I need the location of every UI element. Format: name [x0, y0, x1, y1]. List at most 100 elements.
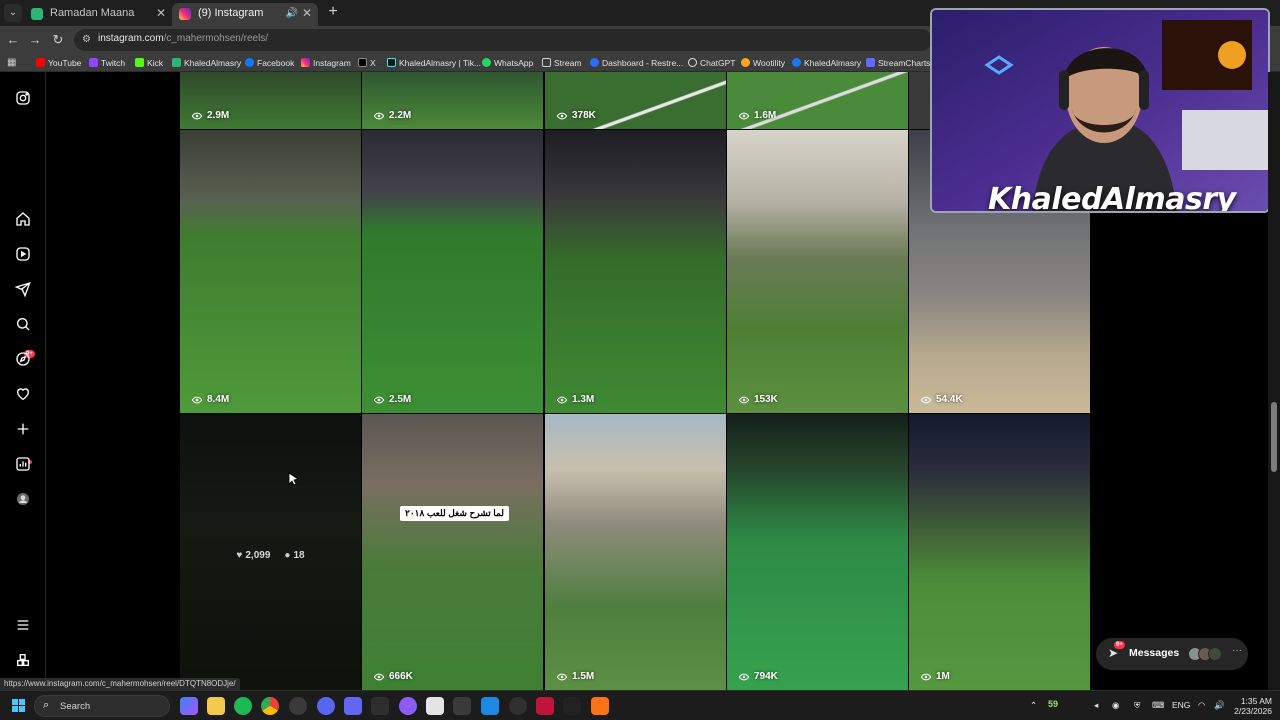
reel-tile[interactable]: 153K — [727, 130, 908, 413]
comments-stat: ● 18 — [284, 550, 305, 561]
search-icon: ⌕ — [43, 699, 50, 711]
bookmark-stream-folder[interactable]: Stream — [542, 56, 581, 70]
bookmark-chatgpt[interactable]: ChatGPT — [688, 56, 735, 70]
chrome-icon[interactable] — [261, 697, 279, 715]
heart-icon[interactable] — [13, 384, 33, 404]
also-from-meta-icon[interactable] — [13, 650, 33, 670]
spotify-icon[interactable] — [234, 697, 252, 715]
address-bar[interactable]: ⚙ instagram.com/c_mahermohsen/reels/ — [74, 29, 932, 51]
new-tab-plus-icon[interactable]: + — [324, 3, 342, 21]
red-app-icon[interactable] — [536, 697, 554, 715]
bookmark-facebook[interactable]: Facebook — [245, 56, 294, 70]
reload-icon[interactable]: ↻ — [49, 31, 67, 49]
url-text: instagram.com/c_mahermohsen/reels/ — [98, 33, 269, 44]
profile-avatar[interactable] — [13, 489, 33, 509]
grid-app-icon[interactable] — [344, 697, 362, 715]
discord-tray-icon[interactable]: ◉ — [1112, 700, 1119, 711]
tab-ramadan-maana[interactable]: Ramadan Maana ✕ — [24, 3, 172, 26]
bookmark-streamcharts[interactable]: StreamCharts — [866, 56, 930, 70]
store-icon[interactable] — [426, 697, 444, 715]
menu-hamburger-icon[interactable] — [13, 615, 33, 635]
bookmark-instagram[interactable]: Instagram — [301, 56, 351, 70]
dashboard-chart-icon[interactable] — [13, 454, 33, 474]
clock[interactable]: 1:35 AM 2/23/2026 — [1228, 696, 1272, 716]
reel-tile[interactable]: 2.5M — [362, 130, 543, 413]
page-scrollbar[interactable] — [1268, 72, 1280, 690]
wootility-icon — [741, 58, 750, 67]
bookmark-khaledalmasry[interactable]: KhaledAlmasry — [172, 56, 241, 70]
close-tab-icon[interactable]: ✕ — [302, 3, 312, 24]
purple-app-icon[interactable] — [399, 697, 417, 715]
tab-search-chevron-icon[interactable]: ⌄ — [4, 4, 22, 22]
search-icon[interactable] — [13, 314, 33, 334]
site-info-icon[interactable]: ⚙ — [82, 33, 96, 47]
instagram-favicon-icon — [179, 8, 191, 20]
messages-button[interactable]: ➤ 9+ Messages ··· — [1096, 638, 1248, 670]
copilot-icon[interactable] — [180, 697, 198, 715]
bookmark-twitch[interactable]: Twitch — [89, 56, 125, 70]
tray-icon[interactable]: ◂ — [1094, 700, 1098, 711]
file-explorer-icon[interactable] — [207, 697, 225, 715]
speaker-icon[interactable]: 🔊 — [286, 3, 298, 24]
apps-grid-icon[interactable]: ▦ — [7, 57, 19, 69]
webcam-overlay: KhaledAlmasry — [930, 8, 1270, 213]
obs-icon[interactable] — [563, 697, 581, 715]
discord-icon[interactable] — [317, 697, 335, 715]
bookmark-restream[interactable]: Dashboard - Restre... — [590, 56, 683, 70]
eye-icon — [374, 112, 384, 119]
tray-chevron-icon[interactable]: ⌃ — [1030, 700, 1037, 711]
bookmark-whatsapp[interactable]: WhatsApp — [482, 56, 533, 70]
taskbar-search[interactable]: ⌕ Search — [34, 695, 170, 717]
forward-arrow-icon[interactable]: → — [26, 31, 44, 49]
circle-app-icon[interactable] — [509, 697, 527, 715]
reel-tile[interactable]: 1.5M — [545, 414, 726, 690]
reel-tile[interactable]: 1.3M — [545, 130, 726, 413]
reel-tile-hovered[interactable]: ♥ 2,099 ● 18 — [180, 414, 361, 690]
eye-icon — [374, 673, 384, 680]
keyboard-tray-icon[interactable]: ⌨ — [1152, 700, 1164, 711]
language-indicator[interactable]: ENG — [1172, 700, 1190, 710]
streamcharts-icon — [866, 58, 875, 67]
message-avatars — [1188, 647, 1226, 661]
home-icon[interactable] — [13, 209, 33, 229]
messenger-icon[interactable] — [13, 279, 33, 299]
date: 2/23/2026 — [1234, 706, 1272, 716]
keyboard-app-icon[interactable] — [371, 697, 389, 715]
orange-app-icon[interactable] — [591, 697, 609, 715]
windows-start-icon[interactable] — [12, 699, 26, 713]
explore-compass-icon[interactable] — [13, 349, 33, 369]
reel-tile[interactable]: 1.6M — [727, 72, 908, 129]
reel-tile[interactable]: 2.9M — [180, 72, 361, 129]
app-icon[interactable] — [289, 697, 307, 715]
tiktok-icon — [387, 58, 396, 67]
reel-tile[interactable]: 8.4M — [180, 130, 361, 413]
eye-icon — [557, 396, 567, 403]
back-arrow-icon[interactable]: ← — [4, 31, 22, 49]
reel-tile[interactable]: 1M — [909, 414, 1090, 690]
reels-icon[interactable] — [13, 244, 33, 264]
bookmark-tiktok[interactable]: KhaledAlmasry | Tik... — [387, 56, 481, 70]
eye-icon — [739, 673, 749, 680]
reel-tile[interactable]: لما تشرح شغل للعب ٢٠١٨ 666K — [362, 414, 543, 690]
reel-tile[interactable]: 2.2M — [362, 72, 543, 129]
bookmark-youtube[interactable]: YouTube — [36, 56, 81, 70]
bookmark-khaledalmasry-2[interactable]: KhaledAlmasry — [792, 56, 861, 70]
tab-instagram[interactable]: (9) Instagram 🔊 ✕ — [172, 3, 318, 26]
reel-tile[interactable]: 378K — [545, 72, 726, 129]
controller-icon[interactable] — [453, 697, 471, 715]
bookmark-x[interactable]: X — [358, 56, 376, 70]
close-tab-icon[interactable]: ✕ — [156, 3, 166, 24]
volume-icon[interactable]: 🔊 — [1214, 700, 1225, 711]
likes-stat: ♥ 2,099 — [236, 550, 271, 561]
bookmark-wootility[interactable]: Wootility — [741, 56, 785, 70]
wifi-icon[interactable]: ◠ — [1198, 700, 1205, 711]
bookmark-kick[interactable]: Kick — [135, 56, 163, 70]
shield-tray-icon[interactable]: ⛨ — [1134, 700, 1140, 711]
comment-bubble-icon: ● — [284, 550, 291, 561]
eye-icon — [374, 396, 384, 403]
scrollbar-thumb[interactable] — [1271, 402, 1277, 472]
create-plus-icon[interactable] — [13, 419, 33, 439]
blue-app-icon[interactable] — [481, 697, 499, 715]
reel-tile[interactable]: 794K — [727, 414, 908, 690]
instagram-logo-icon[interactable] — [13, 88, 33, 108]
